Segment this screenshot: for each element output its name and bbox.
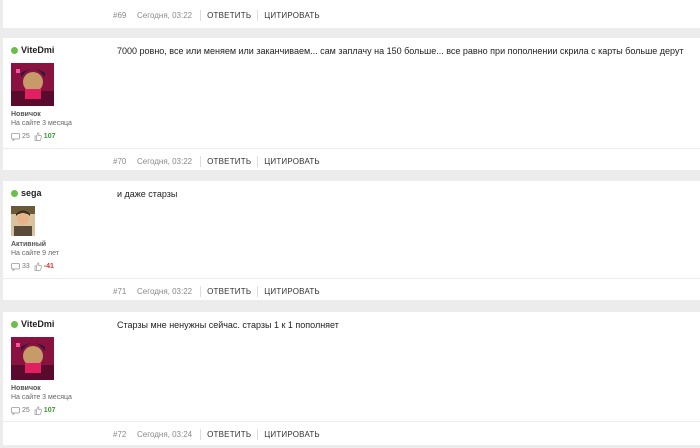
post-footer: #70 Сегодня, 03:22 ОТВЕТИТЬ ЦИТИРОВАТЬ (3, 148, 700, 173)
author-name-row: sega (11, 188, 42, 198)
reply-button[interactable]: ОТВЕТИТЬ (200, 10, 257, 21)
post-date: Сегодня, 03:22 (137, 11, 193, 20)
post-date: Сегодня, 03:22 (137, 156, 193, 166)
author-member-since: На сайте 9 лет (11, 250, 59, 257)
message-count: 33 (22, 263, 30, 270)
post-text: Старзы мне ненужны сейчас. старзы 1 к 1 … (117, 320, 339, 330)
post-text: и даже старзы (117, 189, 178, 199)
author-stats: 33 -41 (11, 262, 54, 271)
reply-button[interactable]: ОТВЕТИТЬ (200, 428, 257, 440)
author-member-since: На сайте 3 месяца (11, 120, 72, 127)
quote-button[interactable]: ЦИТИРОВАТЬ (257, 428, 326, 440)
online-status-dot (11, 189, 18, 197)
post-footer: #69 Сегодня, 03:22 ОТВЕТИТЬ ЦИТИРОВАТЬ (3, 3, 700, 28)
online-status-dot (11, 320, 18, 328)
online-status-dot (11, 46, 18, 54)
author-username[interactable]: ViteDmi (21, 319, 54, 329)
quote-button[interactable]: ЦИТИРОВАТЬ (257, 10, 326, 21)
speech-bubble-icon (11, 132, 20, 141)
post-date: Сегодня, 03:22 (137, 286, 193, 296)
reputation-count: 107 (43, 407, 56, 414)
post-70: ViteDmi Новичок На сайте 3 месяца 25 107… (3, 38, 700, 170)
author-rank: Активный (11, 241, 47, 248)
thumbs-up-icon (34, 262, 42, 271)
speech-bubble-icon (11, 406, 20, 415)
author-name-row: ViteDmi (11, 319, 54, 329)
author-name-row: ViteDmi (11, 45, 54, 55)
post-number[interactable]: #70 (113, 157, 137, 166)
post-69-footer-strip: #69 Сегодня, 03:22 ОТВЕТИТЬ ЦИТИРОВАТЬ (3, 0, 700, 28)
post-text: 7000 ровно, все или меняем или заканчива… (117, 46, 684, 56)
post-72: ViteDmi Новичок На сайте 3 месяца 25 107… (3, 312, 700, 445)
post-footer: #71 Сегодня, 03:22 ОТВЕТИТЬ ЦИТИРОВАТЬ (3, 278, 700, 303)
post-footer: #72 Сегодня, 03:24 ОТВЕТИТЬ ЦИТИРОВАТЬ (3, 421, 700, 446)
post-71: sega Активный На сайте 9 лет 33 -41 и да… (3, 181, 700, 300)
author-rank: Новичок (11, 385, 41, 392)
thumbs-up-icon (34, 406, 42, 415)
quote-button[interactable]: ЦИТИРОВАТЬ (257, 155, 326, 167)
author-rank: Новичок (11, 111, 41, 118)
post-date: Сегодня, 03:24 (137, 429, 193, 439)
speech-bubble-icon (11, 262, 20, 271)
reply-button[interactable]: ОТВЕТИТЬ (200, 285, 257, 297)
post-number[interactable]: #72 (113, 430, 137, 439)
message-count: 25 (22, 133, 30, 140)
author-avatar[interactable] (11, 206, 35, 236)
thumbs-up-icon (34, 132, 42, 141)
author-avatar[interactable] (11, 63, 54, 106)
post-number[interactable]: #69 (113, 11, 137, 20)
author-avatar[interactable] (11, 337, 54, 380)
post-number[interactable]: #71 (113, 287, 137, 296)
author-username[interactable]: ViteDmi (21, 45, 54, 55)
quote-button[interactable]: ЦИТИРОВАТЬ (257, 285, 326, 297)
author-stats: 25 107 (11, 132, 55, 141)
reply-button[interactable]: ОТВЕТИТЬ (200, 155, 257, 167)
author-stats: 25 107 (11, 406, 55, 415)
author-username[interactable]: sega (21, 188, 42, 198)
message-count: 25 (22, 407, 30, 414)
reputation-count: 107 (43, 133, 56, 140)
author-member-since: На сайте 3 месяца (11, 394, 72, 401)
reputation-count: -41 (43, 263, 54, 270)
